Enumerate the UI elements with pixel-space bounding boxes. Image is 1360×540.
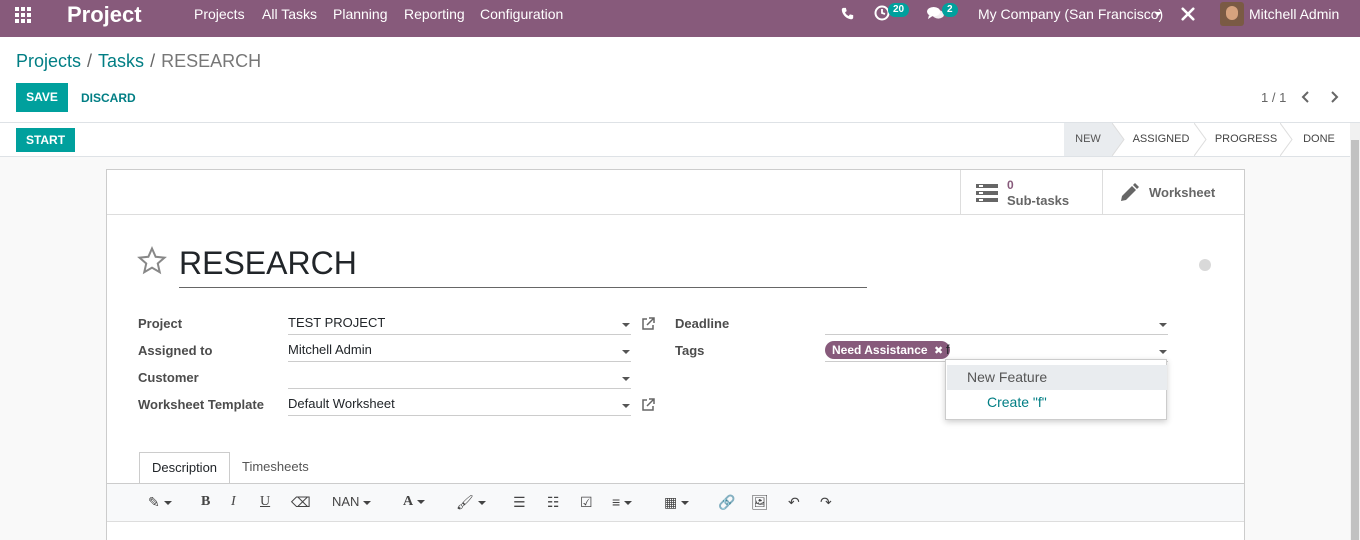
subtasks-count: 0 [1007,178,1014,192]
breadcrumb-current: RESEARCH [161,51,262,71]
link-icon[interactable]: 🔗 [718,494,735,511]
template-field[interactable]: Default Worksheet [288,394,631,416]
caret-down-icon[interactable] [622,404,630,408]
underline-icon[interactable]: U [260,494,270,510]
message-count-badge: 2 [942,3,958,17]
caret-down-icon[interactable] [622,350,630,354]
stage-done[interactable]: DONE [1294,123,1344,156]
undo-icon[interactable]: ↶ [788,494,800,511]
caret-down-icon[interactable] [1159,350,1167,354]
tab-timesheets[interactable]: Timesheets [230,452,325,484]
breadcrumb-tasks[interactable]: Tasks [98,51,144,71]
star-icon[interactable] [137,246,167,276]
start-button[interactable]: START [16,128,75,152]
tags-input[interactable]: f [946,342,950,357]
top-navbar: Project Projects All Tasks Planning Repo… [0,0,1360,37]
caret-down-icon[interactable] [1159,323,1167,327]
menu-all-tasks[interactable]: All Tasks [262,6,317,22]
stage-divider-icon [1194,123,1207,156]
caret-down-icon[interactable] [1154,12,1162,16]
assigned-label: Assigned to [138,343,213,358]
external-link-icon[interactable] [641,317,655,331]
tag-badge[interactable]: Need Assistance ✖ [825,341,951,359]
control-panel: Projects / Tasks / RESEARCH SAVE DISCARD 1 /… [0,37,1360,123]
template-label: Worksheet Template [138,397,264,412]
caret-down-icon[interactable] [622,323,630,327]
close-icon[interactable]: ✖ [934,345,943,357]
tag-label: Need Assistance [832,343,928,357]
numbered-list-icon[interactable]: ☷ [547,494,560,511]
stage-divider-icon [1280,123,1293,156]
brush-icon[interactable]: 🖌 [456,494,486,511]
menu-projects[interactable]: Projects [194,6,245,22]
customer-field[interactable] [288,367,631,389]
project-field[interactable]: TEST PROJECT [288,313,631,335]
dropdown-option-new-feature[interactable]: New Feature [947,365,1167,390]
kanban-state-dot[interactable] [1199,259,1211,271]
image-icon[interactable]: 🖼 [751,494,769,511]
external-link-icon[interactable] [641,398,655,412]
font-size-select[interactable]: NAN [332,494,372,509]
subtasks-icon [976,184,998,202]
worksheet-label: Worksheet [1149,185,1216,200]
subtasks-label: Sub-tasks [1007,193,1070,208]
pencil-icon [1121,183,1139,201]
customer-label: Customer [138,370,199,385]
menu-reporting[interactable]: Reporting [404,6,465,22]
italic-icon[interactable]: I [231,494,236,510]
project-label: Project [138,316,183,331]
form-sheet: 0 Sub-tasks Worksheet RESEARCH Project T… [106,169,1245,540]
subtasks-button[interactable]: 0 Sub-tasks [960,170,1102,214]
user-menu[interactable]: Mitchell Admin [1249,6,1339,22]
editor-toolbar: ✎ B I U ⌫ NAN A 🖌 ☰ ☷ ☑ ≡ ▦ 🔗 🖼 ↶ ↷ [107,484,1244,522]
redo-icon[interactable]: ↷ [820,494,832,511]
stage-progress[interactable]: PROGRESS [1208,123,1284,156]
magic-wand-icon[interactable]: ✎ [148,494,172,511]
assigned-field[interactable]: Mitchell Admin [288,340,631,362]
company-switcher[interactable]: My Company (San Francisco) [978,6,1163,22]
task-title-input[interactable]: RESEARCH [179,244,867,288]
bold-icon[interactable]: B [201,494,210,510]
smart-button-box: 0 Sub-tasks Worksheet [107,170,1244,215]
eraser-icon[interactable]: ⌫ [291,494,311,511]
font-color-icon[interactable]: A [403,494,426,510]
breadcrumb: Projects / Tasks / RESEARCH [16,51,262,71]
activity-count-badge: 20 [888,3,910,17]
chevron-left-icon[interactable] [1301,91,1311,103]
deadline-label: Deadline [675,316,730,331]
apps-grid-icon[interactable] [15,7,35,27]
save-button[interactable]: SAVE [16,83,68,112]
stage-new[interactable]: NEW [1064,123,1112,156]
status-bar: START NEW ASSIGNED PROGRESS DONE [0,123,1350,157]
bullet-list-icon[interactable]: ☰ [513,494,526,511]
stage-assigned[interactable]: ASSIGNED [1124,123,1198,156]
menu-configuration[interactable]: Configuration [480,6,563,22]
tab-description[interactable]: Description [139,452,230,484]
table-icon[interactable]: ▦ [664,494,690,511]
tags-autocomplete-dropdown: New Feature Create "f" [945,359,1167,420]
checklist-icon[interactable]: ☑ [580,494,593,511]
phone-icon[interactable] [841,7,854,20]
breadcrumb-projects[interactable]: Projects [16,51,81,71]
paragraph-align-icon[interactable]: ≡ [612,494,633,510]
caret-down-icon[interactable] [622,377,630,381]
avatar[interactable] [1220,2,1244,26]
app-brand[interactable]: Project [67,2,142,28]
dropdown-create-option[interactable]: Create "f" [947,390,1167,415]
worksheet-button[interactable]: Worksheet [1102,170,1244,214]
tags-label: Tags [675,343,705,358]
menu-planning[interactable]: Planning [333,6,388,22]
pager-value[interactable]: 1 / 1 [1261,90,1286,105]
chevron-right-icon[interactable] [1329,91,1339,103]
discard-button[interactable]: DISCARD [81,91,136,105]
tools-icon[interactable] [1181,7,1195,21]
deadline-field[interactable] [825,313,1168,335]
scrollbar-thumb[interactable] [1351,140,1359,540]
